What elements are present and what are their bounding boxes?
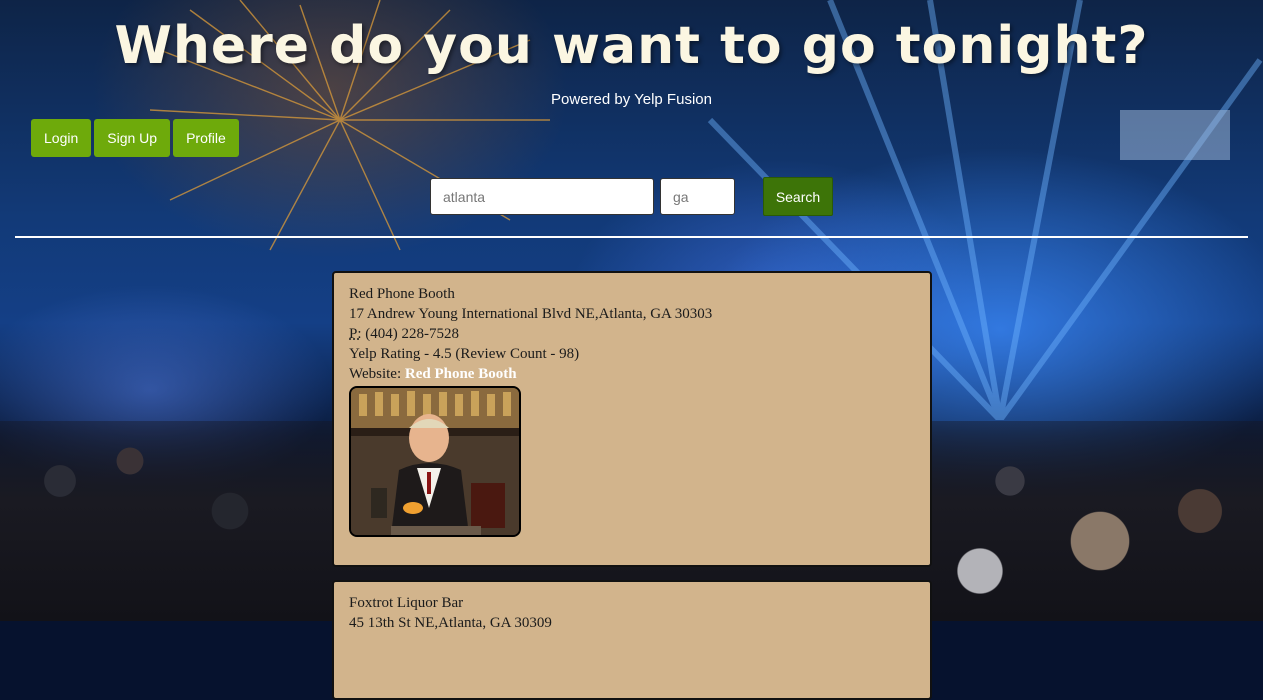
header-divider: [15, 236, 1248, 238]
website-link[interactable]: Red Phone Booth: [405, 366, 517, 382]
search-button[interactable]: Search: [763, 177, 833, 216]
business-photo: [349, 386, 521, 537]
business-phone-row: P: (404) 228-7528: [349, 324, 915, 344]
business-name: Foxtrot Liquor Bar: [349, 595, 464, 611]
business-address: 45 13th St NE,Atlanta, GA 30309: [349, 615, 552, 631]
profile-button[interactable]: Profile: [173, 119, 239, 157]
phone-label: P:: [349, 326, 362, 342]
signup-button[interactable]: Sign Up: [94, 119, 171, 157]
auth-buttons: Login Sign Up Profile: [31, 119, 239, 157]
login-button[interactable]: Login: [31, 119, 92, 157]
result-card: Red Phone Booth 17 Andrew Young Internat…: [332, 271, 932, 567]
result-card: Foxtrot Liquor Bar 45 13th St NE,Atlanta…: [332, 580, 932, 700]
powered-by-text: Powered by Yelp Fusion: [551, 91, 712, 108]
city-input[interactable]: [430, 178, 654, 215]
business-name: Red Phone Booth: [349, 286, 455, 302]
bartender-photo-graphic: [351, 388, 519, 535]
state-input[interactable]: [660, 178, 735, 215]
page-title: Where do you want to go tonight?: [114, 16, 1149, 76]
website-label: Website:: [349, 366, 402, 382]
business-phone: (404) 228-7528: [365, 326, 460, 342]
business-address: 17 Andrew Young International Blvd NE,At…: [349, 306, 713, 322]
business-rating: Yelp Rating - 4.5 (Review Count - 98): [349, 346, 580, 362]
business-website-row: Website: Red Phone Booth: [349, 364, 915, 384]
